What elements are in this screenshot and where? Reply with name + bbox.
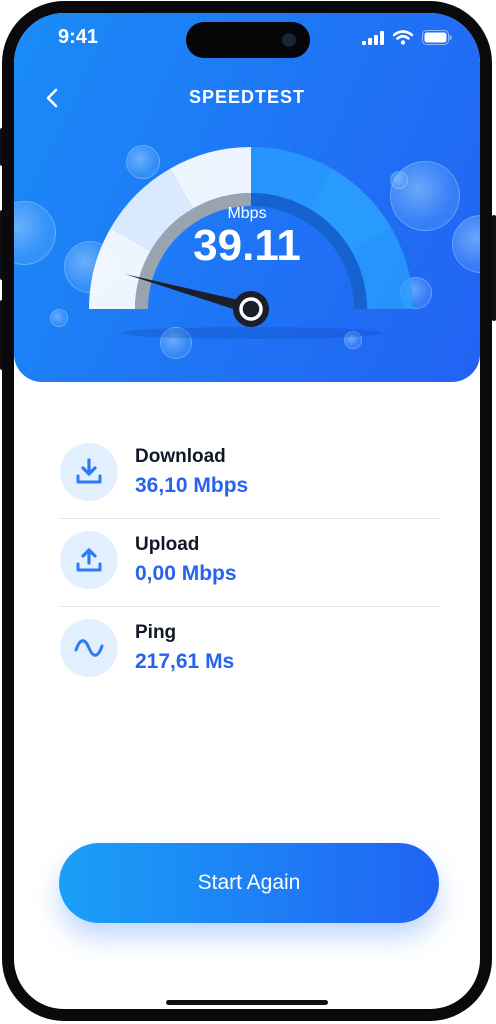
stat-row-ping: Ping 217,61 Ms — [60, 607, 440, 694]
wave-icon — [74, 639, 104, 657]
stats-list: Download 36,10 Mbps Upload 0,00 Mbps Pin… — [60, 431, 440, 694]
camera-lens-icon — [282, 33, 296, 47]
gauge-needle-hub — [233, 291, 269, 327]
wifi-icon — [393, 30, 413, 45]
cellular-signal-icon — [362, 30, 384, 45]
page-title: SPEEDTEST — [188, 87, 306, 107]
status-icons — [362, 30, 452, 45]
download-icon — [76, 458, 102, 484]
dynamic-island — [186, 22, 310, 58]
decor-bubble — [50, 309, 68, 327]
status-time: 9:41 — [58, 26, 99, 48]
app-screen: 9:41 SPEEDTEST Mbps 39.11 Download 36,10… — [14, 13, 480, 1009]
stat-row-download: Download 36,10 Mbps — [60, 431, 440, 519]
gauge-value: 39.11 — [193, 221, 301, 270]
stat-icon-circle — [60, 443, 118, 501]
stat-value: 36,10 Mbps — [135, 474, 249, 497]
power-button — [492, 215, 496, 321]
stat-value: 217,61 Ms — [135, 650, 235, 673]
stat-label: Upload — [135, 534, 200, 555]
phone-mockup: 9:41 SPEEDTEST Mbps 39.11 Download 36,10… — [0, 0, 496, 1024]
home-indicator — [166, 1000, 328, 1005]
stat-icon-circle — [60, 619, 118, 677]
stat-label: Download — [135, 446, 226, 467]
stat-row-upload: Upload 0,00 Mbps — [60, 519, 440, 607]
gauge-shadow — [121, 327, 381, 339]
stat-icon-circle — [60, 531, 118, 589]
start-again-button[interactable]: Start Again — [59, 843, 439, 923]
battery-icon — [422, 30, 452, 45]
stat-label: Ping — [135, 622, 177, 643]
upload-icon — [76, 548, 102, 572]
stat-value: 0,00 Mbps — [135, 562, 237, 585]
